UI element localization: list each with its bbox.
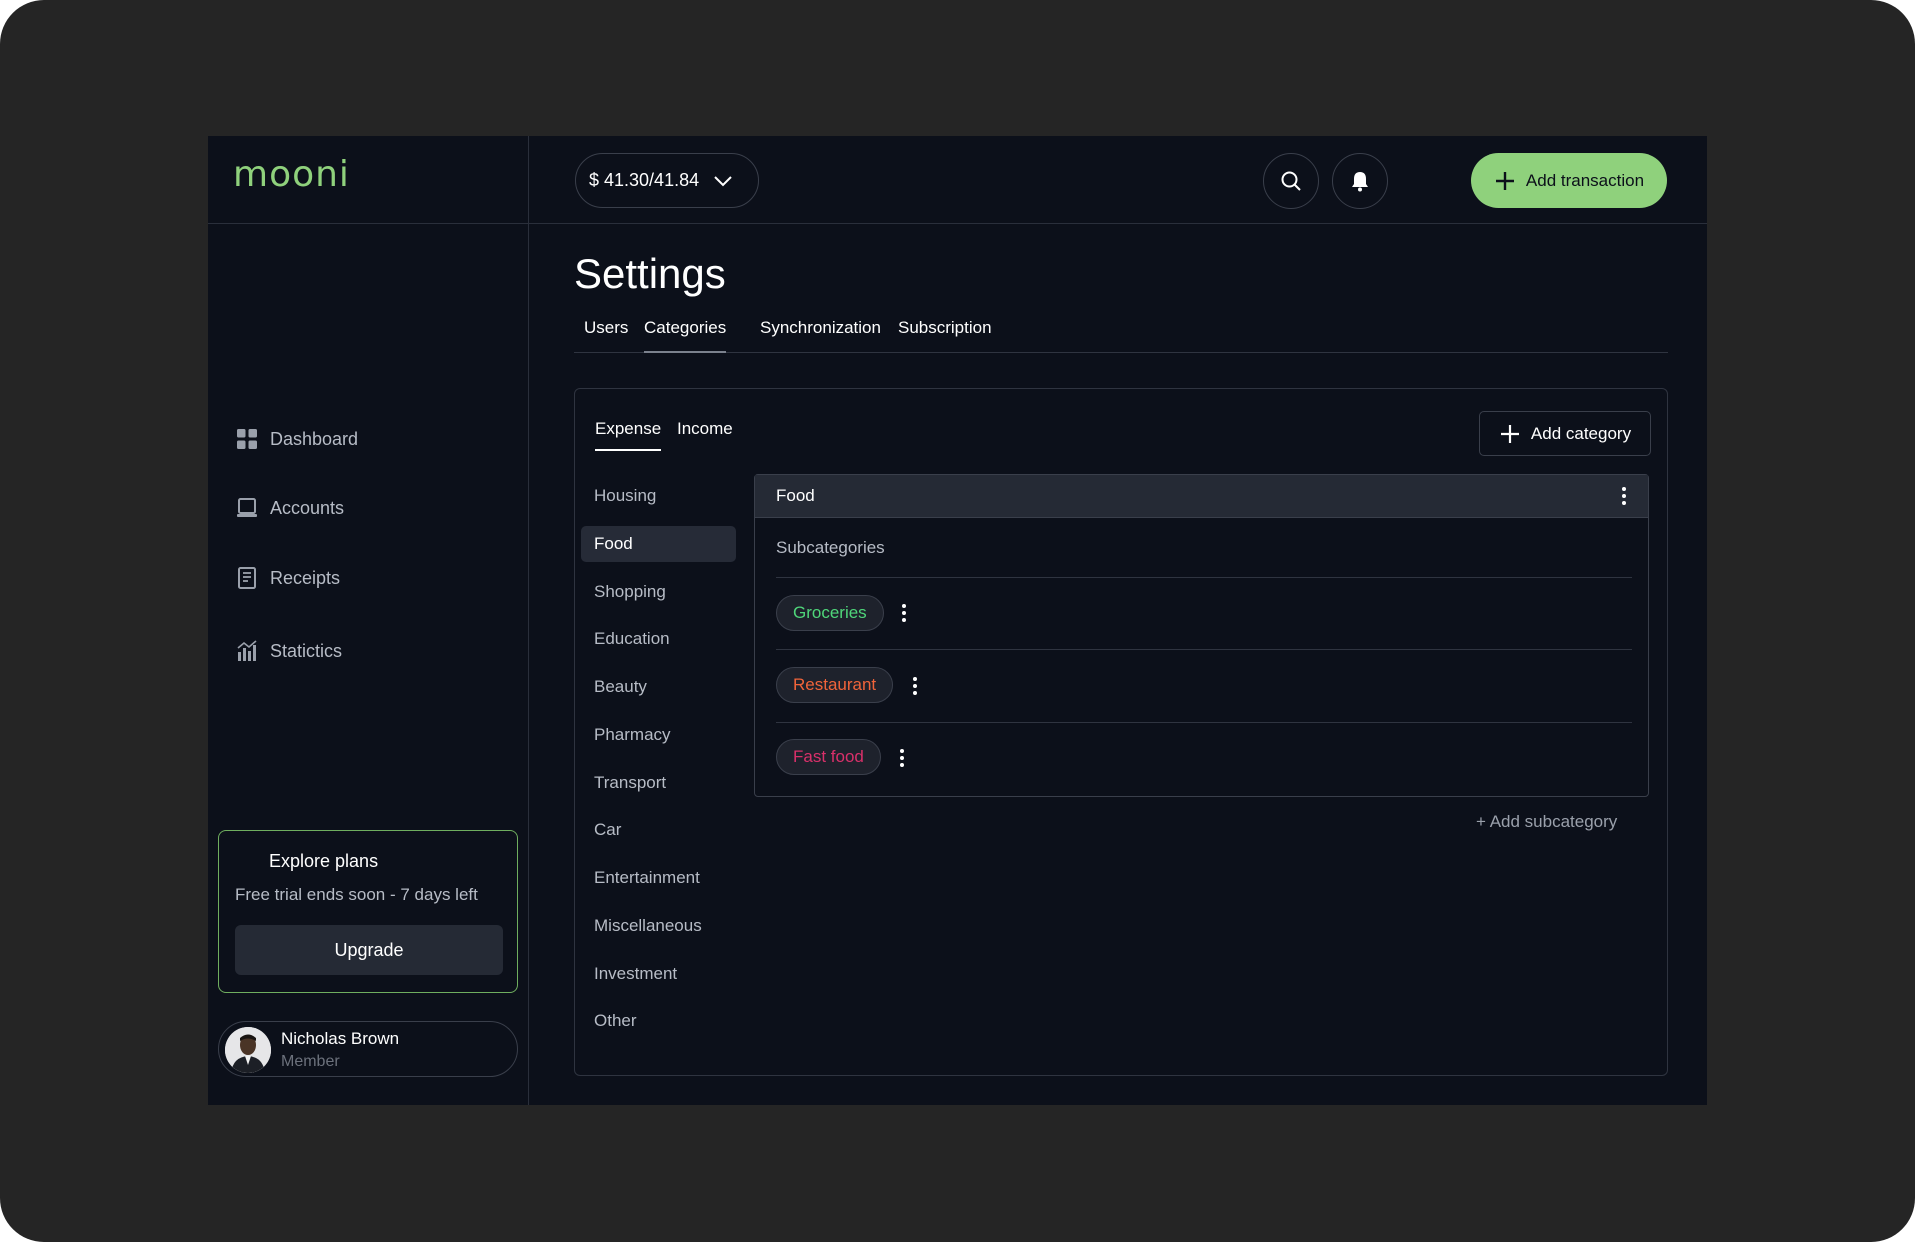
add-category-label: Add category [1530,423,1632,443]
category-item-entertainment[interactable]: Entertainment [581,860,736,896]
add-transaction-button[interactable]: Add transaction [1471,153,1667,208]
divider [776,649,1632,650]
grid-icon [237,429,257,449]
avatar-image [225,1027,271,1073]
tab-subscription[interactable]: Subscription [898,318,992,353]
category-item-car[interactable]: Car [581,812,736,848]
category-item-shopping[interactable]: Shopping [581,574,736,610]
plus-icon [1500,424,1519,443]
subcategory-label: Restaurant [793,675,877,694]
settings-tabs: Users Categories Synchronization Subscri… [574,318,1668,353]
subcategory-chip-restaurant[interactable]: Restaurant [776,667,894,703]
user-name: Nicholas Brown [281,1029,400,1048]
category-item-miscellaneous[interactable]: Miscellaneous [581,908,736,944]
sidebar-item-statistics[interactable]: Statictics [236,636,496,666]
sidebar-item-label: Receipts [270,567,341,588]
receipt-icon [238,567,256,589]
sidebar-item-label: Statictics [270,640,343,661]
divider [776,577,1632,578]
bar-chart-icon [237,640,257,661]
upgrade-button[interactable]: Upgrade [235,925,503,975]
notifications-button[interactable] [1332,153,1388,209]
subcategory-chip-groceries[interactable]: Groceries [776,595,884,631]
balance-dropdown[interactable]: $ 41.30/41.84 [575,153,759,208]
category-detail-header: Food [755,475,1648,518]
category-item-housing[interactable]: Housing [581,478,736,514]
page-title: Settings [574,250,726,297]
chevron-down-icon [714,175,732,186]
subcategory-label: Fast food [793,747,864,766]
window-frame: mooni Dashboard Accounts Receipts Static… [0,0,1915,1242]
add-transaction-label: Add transaction [1525,170,1645,190]
divider [776,722,1632,723]
category-item-education[interactable]: Education [581,621,736,657]
sidebar: mooni Dashboard Accounts Receipts Static… [208,136,529,1105]
search-icon [1281,171,1301,191]
user-profile[interactable]: Nicholas Brown Member [218,1021,518,1077]
subcategory-menu-icon[interactable] [894,600,914,626]
app-window: mooni Dashboard Accounts Receipts Static… [208,136,1707,1105]
add-subcategory-link[interactable]: + Add subcategory [1476,812,1617,832]
category-item-transport[interactable]: Transport [581,765,736,801]
sidebar-item-accounts[interactable]: Accounts [236,493,496,523]
add-category-button[interactable]: Add category [1479,411,1651,456]
balance-value: $ 41.30/41.84 [589,170,700,190]
category-item-other[interactable]: Other [581,1003,736,1039]
subcategory-label: Groceries [793,603,867,622]
tab-users[interactable]: Users [584,318,628,353]
subcategory-menu-icon[interactable] [905,673,925,699]
logo-area: mooni [208,136,528,224]
app-logo[interactable]: mooni [233,154,350,195]
search-button[interactable] [1263,153,1319,209]
plus-icon [1495,171,1514,190]
avatar [225,1027,271,1073]
subcategory-chip-fast-food[interactable]: Fast food [776,739,881,775]
tab-expense[interactable]: Expense [595,419,662,451]
sidebar-item-label: Accounts [270,497,345,518]
category-item-investment[interactable]: Investment [581,956,736,992]
category-detail-card: Food Subcategories Groceries Restaurant [754,474,1649,797]
sidebar-item-label: Dashboard [270,428,359,449]
subcategory-menu-icon[interactable] [892,745,912,771]
tab-categories[interactable]: Categories [644,318,727,353]
user-role: Member [281,1053,340,1070]
explore-plans-card: Explore plans Free trial ends soon - 7 d… [218,830,518,993]
tab-income[interactable]: Income [677,419,733,451]
trial-notice: Free trial ends soon - 7 days left [235,885,478,904]
sidebar-item-dashboard[interactable]: Dashboard [236,424,496,454]
category-item-pharmacy[interactable]: Pharmacy [581,717,736,753]
bell-icon [1352,172,1368,192]
tab-synchronization[interactable]: Synchronization [760,318,881,353]
laptop-icon [237,498,257,517]
category-menu-icon[interactable] [1614,483,1634,509]
subcategories-label: Subcategories [776,538,885,557]
top-bar: $ 41.30/41.84 Add transaction [529,136,1707,224]
categories-panel: Expense Income Add category Housing Food… [574,388,1668,1076]
category-detail-title: Food [776,486,815,505]
category-item-food[interactable]: Food [581,526,736,562]
category-item-beauty[interactable]: Beauty [581,669,736,705]
plan-title: Explore plans [269,851,379,871]
sidebar-item-receipts[interactable]: Receipts [236,563,496,593]
